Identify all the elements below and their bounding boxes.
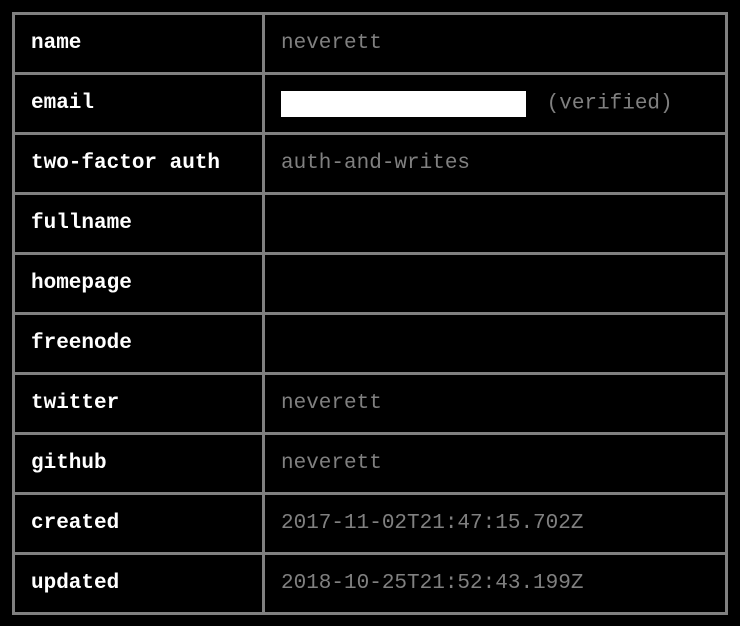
row-value-twofactor: auth-and-writes [264,134,727,194]
row-value-freenode [264,314,727,374]
row-value-homepage [264,254,727,314]
row-label-updated: updated [14,554,264,614]
table-row: freenode [14,314,727,374]
row-value-email: (verified) [264,74,727,134]
table-row: twitter neverett [14,374,727,434]
table-row: updated 2018-10-25T21:52:43.199Z [14,554,727,614]
row-label-fullname: fullname [14,194,264,254]
table-row: two-factor auth auth-and-writes [14,134,727,194]
row-label-name: name [14,14,264,74]
email-verified-suffix: (verified) [547,92,673,115]
profile-table-body: name neverett email (verified) two-facto… [14,14,727,614]
row-label-twitter: twitter [14,374,264,434]
row-label-created: created [14,494,264,554]
table-row: fullname [14,194,727,254]
row-value-fullname [264,194,727,254]
table-row: name neverett [14,14,727,74]
redacted-email-icon [281,91,526,117]
row-label-email: email [14,74,264,134]
row-label-freenode: freenode [14,314,264,374]
row-value-name: neverett [264,14,727,74]
row-label-github: github [14,434,264,494]
profile-table: name neverett email (verified) two-facto… [12,12,728,615]
row-value-github: neverett [264,434,727,494]
row-value-created: 2017-11-02T21:47:15.702Z [264,494,727,554]
table-row: created 2017-11-02T21:47:15.702Z [14,494,727,554]
table-row: email (verified) [14,74,727,134]
row-label-twofactor: two-factor auth [14,134,264,194]
row-value-twitter: neverett [264,374,727,434]
table-row: homepage [14,254,727,314]
table-row: github neverett [14,434,727,494]
row-value-updated: 2018-10-25T21:52:43.199Z [264,554,727,614]
row-label-homepage: homepage [14,254,264,314]
